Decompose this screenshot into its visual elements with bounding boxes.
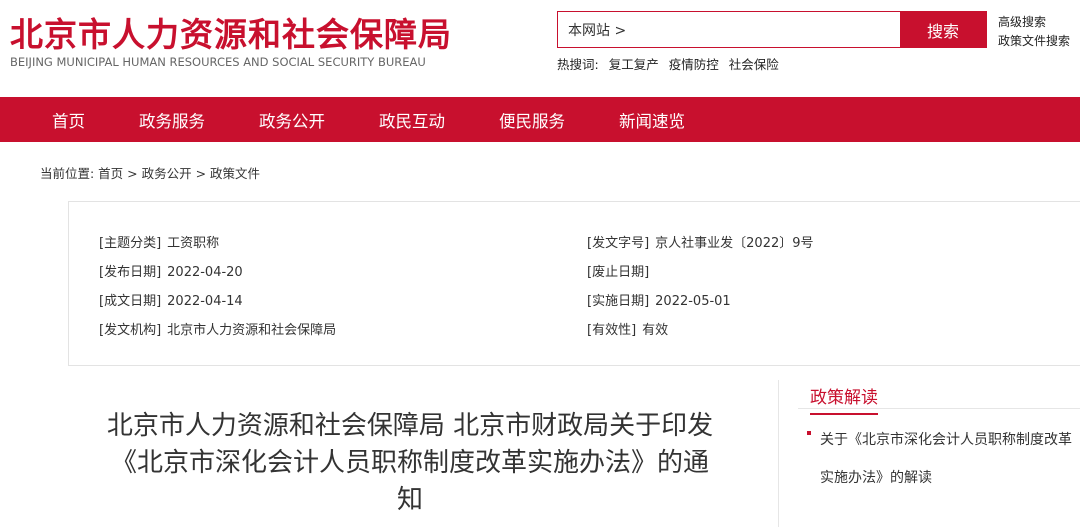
hot-search-words: 热搜词: 复工复产 疫情防控 社会保险 — [557, 54, 785, 73]
meta-created-date: [成文日期] 2022-04-14 — [99, 290, 243, 309]
bullet-icon — [807, 431, 811, 435]
meta-effective-date: [实施日期] 2022-05-01 — [587, 290, 731, 309]
nav-item-services[interactable]: 政务服务 — [139, 108, 205, 132]
meta-doc-number-label: [发文字号] — [587, 236, 650, 251]
meta-effective-date-label: [实施日期] — [587, 294, 650, 309]
meta-publish-date: [发布日期] 2022-04-20 — [99, 261, 243, 280]
hot-word-link[interactable]: 社会保险 — [729, 57, 779, 72]
search-button[interactable]: 搜索 — [900, 12, 986, 47]
meta-publish-date-label: [发布日期] — [99, 265, 162, 280]
nav-item-interaction[interactable]: 政民互动 — [379, 108, 445, 132]
meta-expire-date-label: [废止日期] — [587, 265, 650, 280]
hot-search-label: 热搜词: — [557, 57, 599, 72]
nav-item-news[interactable]: 新闻速览 — [619, 108, 685, 132]
policy-interpretation-link[interactable]: 关于《北京市深化会计人员职称制度改革实施办法》的解读 — [820, 421, 1076, 497]
nav-item-public[interactable]: 政务公开 — [259, 108, 325, 132]
site-logo-subtitle: BEIJING MUNICIPAL HUMAN RESOURCES AND SO… — [10, 55, 426, 69]
meta-publish-date-value: 2022-04-20 — [167, 265, 243, 280]
nav-item-home[interactable]: 首页 — [52, 108, 85, 132]
meta-issuer-label: [发文机构] — [99, 323, 162, 338]
nav-item-convenience[interactable]: 便民服务 — [499, 108, 565, 132]
policy-search-link[interactable]: 政策文件搜索 — [998, 32, 1070, 51]
meta-created-date-label: [成文日期] — [99, 294, 162, 309]
breadcrumb: 当前位置: 首页 > 政务公开 > 政策文件 — [40, 166, 261, 181]
meta-topic: [主题分类] 工资职称 — [99, 232, 219, 251]
column-divider — [778, 380, 779, 527]
meta-validity-label: [有效性] — [587, 323, 637, 338]
meta-issuer: [发文机构] 北京市人力资源和社会保障局 — [99, 319, 336, 338]
meta-issuer-value: 北京市人力资源和社会保障局 — [167, 323, 337, 338]
advanced-search-link[interactable]: 高级搜索 — [998, 13, 1070, 32]
site-header: 北京市人力资源和社会保障局 BEIJING MUNICIPAL HUMAN RE… — [0, 0, 1080, 97]
search-links: 高级搜索 政策文件搜索 — [998, 13, 1070, 51]
meta-created-date-value: 2022-04-14 — [167, 294, 243, 309]
meta-effective-date-value: 2022-05-01 — [655, 294, 731, 309]
sidebar-title: 政策解读 — [810, 383, 878, 415]
meta-validity-value: 有效 — [642, 323, 669, 338]
hot-word-link[interactable]: 疫情防控 — [669, 57, 719, 72]
meta-topic-value: 工资职称 — [167, 236, 220, 251]
hot-word-link[interactable]: 复工复产 — [609, 57, 659, 72]
article-title: 北京市人力资源和社会保障局 北京市财政局关于印发《北京市深化会计人员职称制度改革… — [106, 411, 714, 515]
search-input[interactable] — [558, 12, 900, 47]
meta-expire-date: [废止日期] — [587, 261, 655, 280]
meta-topic-label: [主题分类] — [99, 236, 162, 251]
meta-validity: [有效性] 有效 — [587, 319, 668, 338]
main-nav: 首页 政务服务 政务公开 政民互动 便民服务 新闻速览 — [0, 97, 1080, 142]
site-logo-title[interactable]: 北京市人力资源和社会保障局 — [10, 8, 452, 56]
search-bar: 搜索 — [557, 11, 987, 48]
meta-doc-number: [发文字号] 京人社事业发〔2022〕9号 — [587, 232, 814, 251]
document-meta-panel: [主题分类] 工资职称 [发文字号] 京人社事业发〔2022〕9号 [发布日期] 20… — [68, 201, 1080, 366]
meta-doc-number-value: 京人社事业发〔2022〕9号 — [655, 236, 814, 251]
